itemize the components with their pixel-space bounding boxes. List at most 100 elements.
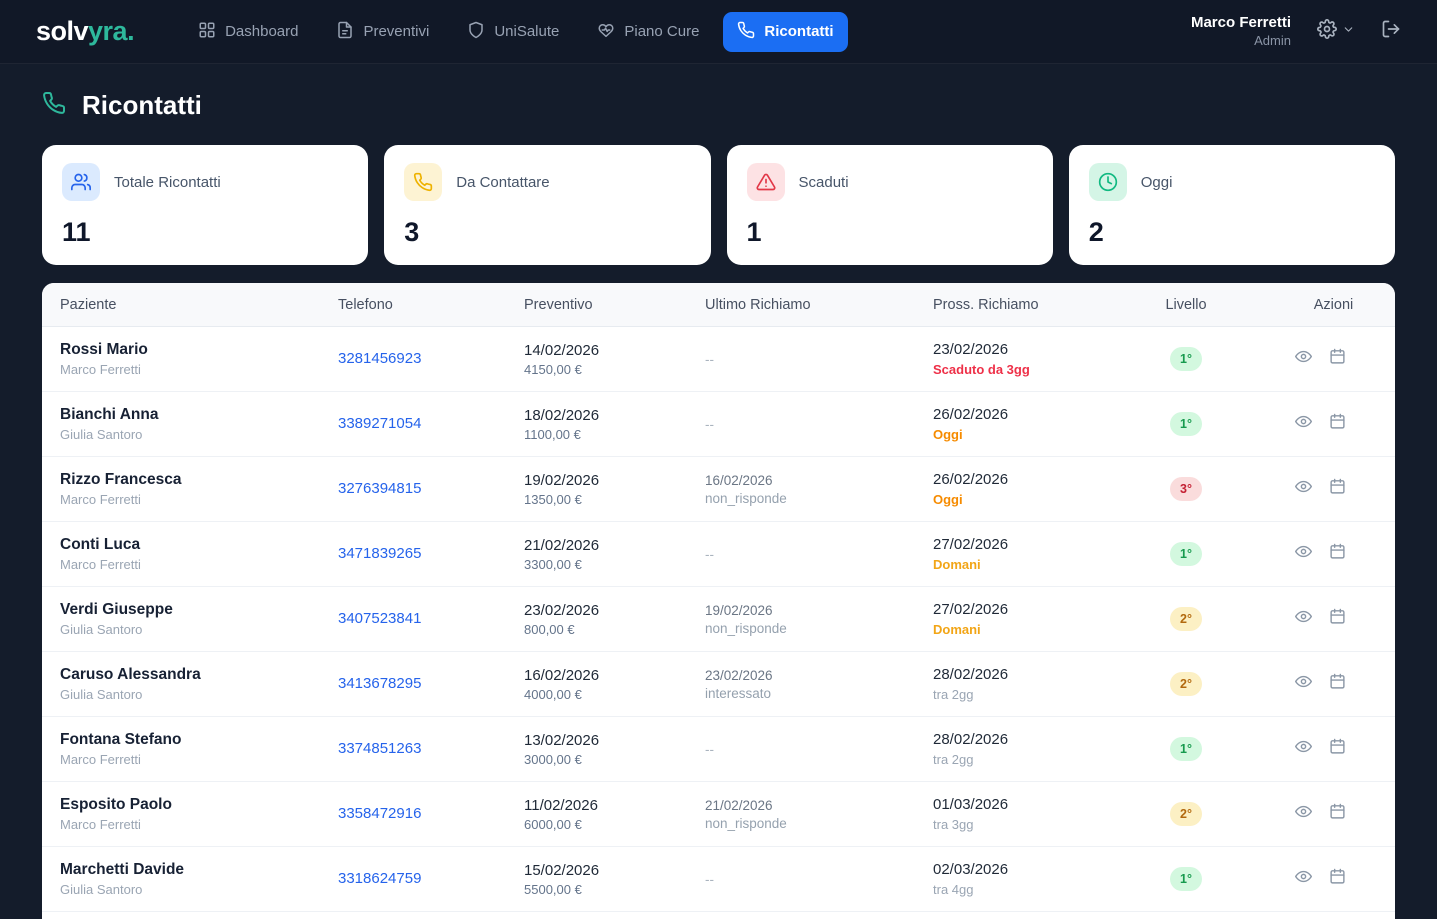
calendar-button[interactable] xyxy=(1329,608,1346,630)
phone-link[interactable]: 3358472916 xyxy=(338,805,421,822)
patient-cell: Caruso Alessandra Giulia Santoro xyxy=(42,666,320,702)
ricontatti-table: Paziente Telefono Preventivo Ultimo Rich… xyxy=(42,283,1395,919)
patient-operator: Giulia Santoro xyxy=(60,882,320,897)
pross-richiamo-date: 26/02/2026 xyxy=(933,471,1100,488)
nav-item-dashboard[interactable]: Dashboard xyxy=(184,12,312,52)
phone-cell: 3389271054 xyxy=(320,415,506,433)
phone-link[interactable]: 3281456923 xyxy=(338,350,421,367)
ultimo-richiamo-date: 23/02/2026 xyxy=(705,668,915,683)
col-preventivo: Preventivo xyxy=(506,297,687,313)
view-button[interactable] xyxy=(1295,868,1312,890)
patient-operator: Marco Ferretti xyxy=(60,492,320,507)
preventivo-amount: 4150,00 € xyxy=(524,362,687,377)
stat-value: 3 xyxy=(404,217,690,248)
nav-item-preventivi[interactable]: Preventivi xyxy=(322,12,443,52)
pross-richiamo-cell: 27/02/2026 Domani xyxy=(915,536,1100,572)
ultimo-richiamo-empty: -- xyxy=(705,872,915,887)
phone-link[interactable]: 3407523841 xyxy=(338,610,421,627)
stat-label: Totale Ricontatti xyxy=(114,174,221,191)
ultimo-richiamo-cell: -- xyxy=(687,417,915,432)
livello-cell: 2° xyxy=(1100,802,1272,826)
stat-card-scaduti: Scaduti 1 xyxy=(727,145,1053,265)
pross-richiamo-cell: 26/02/2026 Oggi xyxy=(915,406,1100,442)
user-name: Marco Ferretti xyxy=(1191,14,1291,33)
patient-cell: Rossi Mario Marco Ferretti xyxy=(42,341,320,377)
patient-cell: Marchetti Davide Giulia Santoro xyxy=(42,861,320,897)
phone-link[interactable]: 3276394815 xyxy=(338,480,421,497)
pross-richiamo-cell: 28/02/2026 tra 2gg xyxy=(915,666,1100,702)
calendar-button[interactable] xyxy=(1329,803,1346,825)
ultimo-richiamo-cell: 21/02/2026 non_risponde xyxy=(687,798,915,831)
table-row: 04/03/2026 xyxy=(42,912,1395,919)
user-role: Admin xyxy=(1191,33,1291,49)
col-livello: Livello xyxy=(1100,297,1272,313)
view-button[interactable] xyxy=(1295,348,1312,370)
calendar-button[interactable] xyxy=(1329,478,1346,500)
pross-richiamo-cell: 26/02/2026 Oggi xyxy=(915,471,1100,507)
azioni-cell xyxy=(1272,478,1395,500)
app-logo[interactable]: solvyra. xyxy=(36,16,134,47)
view-button[interactable] xyxy=(1295,608,1312,630)
phone-cell: 3281456923 xyxy=(320,350,506,368)
calendar-button[interactable] xyxy=(1329,738,1346,760)
main-nav: Dashboard Preventivi UniSalute Piano Cur… xyxy=(184,12,848,52)
stat-card-oggi: Oggi 2 xyxy=(1069,145,1395,265)
logo-text-primary: solv xyxy=(36,16,88,46)
grid-icon xyxy=(198,21,216,43)
col-pross-richiamo: Pross. Richiamo xyxy=(915,297,1100,313)
stat-card-da-contattare: Da Contattare 3 xyxy=(384,145,710,265)
settings-menu-button[interactable] xyxy=(1317,19,1355,44)
calendar-button[interactable] xyxy=(1329,543,1346,565)
view-button[interactable] xyxy=(1295,543,1312,565)
phone-link[interactable]: 3389271054 xyxy=(338,415,421,432)
calendar-button[interactable] xyxy=(1329,413,1346,435)
preventivo-amount: 5500,00 € xyxy=(524,882,687,897)
view-button[interactable] xyxy=(1295,673,1312,695)
preventivo-cell: 16/02/2026 4000,00 € xyxy=(506,667,687,702)
patient-operator: Giulia Santoro xyxy=(60,427,320,442)
shield-icon xyxy=(467,21,485,43)
azioni-cell xyxy=(1272,868,1395,890)
pross-richiamo-cell: 23/02/2026 Scaduto da 3gg xyxy=(915,341,1100,377)
logout-button[interactable] xyxy=(1381,19,1401,44)
nav-label: Ricontatti xyxy=(764,23,833,40)
ultimo-richiamo-date: 16/02/2026 xyxy=(705,473,915,488)
stat-label: Da Contattare xyxy=(456,174,549,191)
nav-item-piano-cure[interactable]: Piano Cure xyxy=(583,12,713,52)
calendar-button[interactable] xyxy=(1329,868,1346,890)
pross-richiamo-date: 02/03/2026 xyxy=(933,861,1100,878)
calendar-button[interactable] xyxy=(1329,673,1346,695)
phone-cell: 3276394815 xyxy=(320,480,506,498)
phone-link[interactable]: 3471839265 xyxy=(338,545,421,562)
view-button[interactable] xyxy=(1295,413,1312,435)
table-row: Conti Luca Marco Ferretti 3471839265 21/… xyxy=(42,522,1395,587)
phone-link[interactable]: 3318624759 xyxy=(338,870,421,887)
pross-richiamo-status: Scaduto da 3gg xyxy=(933,362,1100,377)
table-row: Rossi Mario Marco Ferretti 3281456923 14… xyxy=(42,327,1395,392)
patient-operator: Marco Ferretti xyxy=(60,817,320,832)
stat-value: 2 xyxy=(1089,217,1375,248)
view-button[interactable] xyxy=(1295,738,1312,760)
view-button[interactable] xyxy=(1295,803,1312,825)
level-badge: 1° xyxy=(1170,347,1202,371)
phone-link[interactable]: 3374851263 xyxy=(338,740,421,757)
nav-label: Piano Cure xyxy=(624,23,699,40)
stat-label: Scaduti xyxy=(799,174,849,191)
livello-cell: 1° xyxy=(1100,542,1272,566)
pross-richiamo-status: Oggi xyxy=(933,427,1100,442)
patient-operator: Marco Ferretti xyxy=(60,752,320,767)
nav-item-unisalute[interactable]: UniSalute xyxy=(453,12,573,52)
view-button[interactable] xyxy=(1295,478,1312,500)
nav-item-ricontatti[interactable]: Ricontatti xyxy=(723,12,847,52)
preventivo-amount: 1350,00 € xyxy=(524,492,687,507)
pross-richiamo-date: 27/02/2026 xyxy=(933,601,1100,618)
preventivo-date: 11/02/2026 xyxy=(524,797,687,814)
preventivo-cell: 15/02/2026 5500,00 € xyxy=(506,862,687,897)
preventivo-cell: 21/02/2026 3300,00 € xyxy=(506,537,687,572)
patient-cell: Conti Luca Marco Ferretti xyxy=(42,536,320,572)
ultimo-richiamo-empty: -- xyxy=(705,547,915,562)
phone-link[interactable]: 3413678295 xyxy=(338,675,421,692)
calendar-button[interactable] xyxy=(1329,348,1346,370)
livello-cell: 1° xyxy=(1100,347,1272,371)
table-row: Marchetti Davide Giulia Santoro 33186247… xyxy=(42,847,1395,912)
